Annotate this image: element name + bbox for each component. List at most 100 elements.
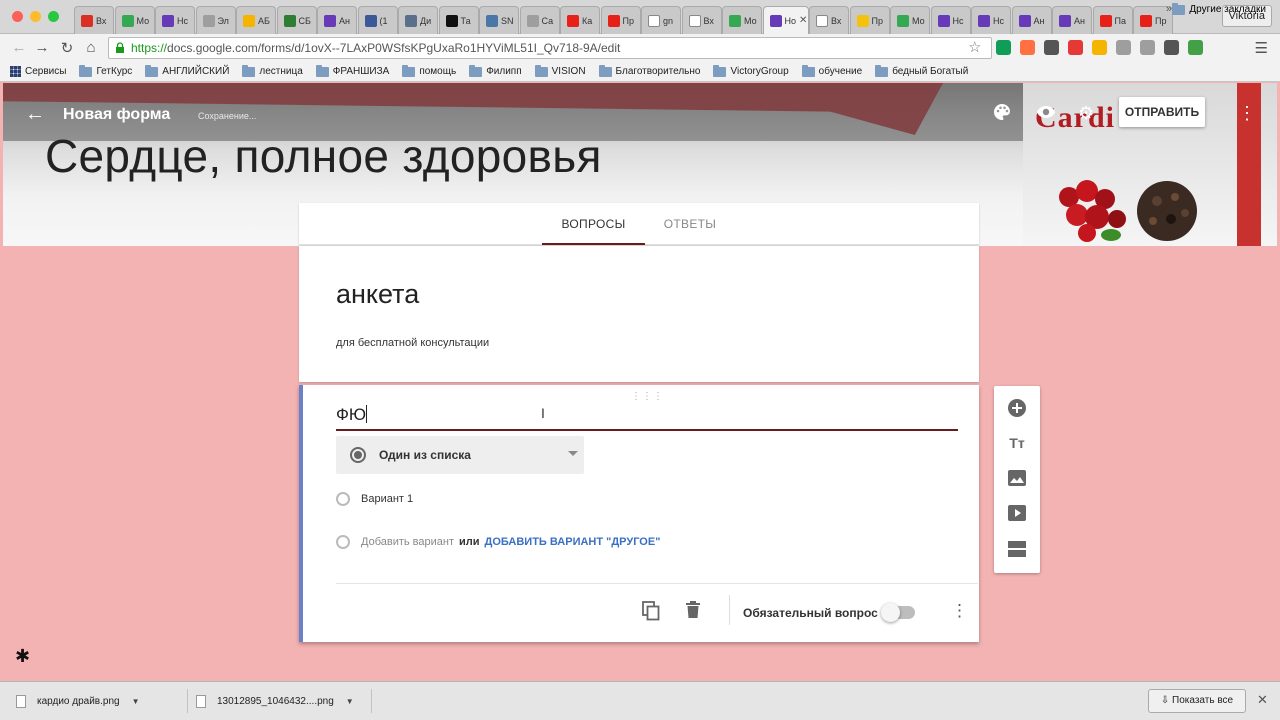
question-card[interactable]: ⋮⋮⋮ ФЮ I Один из списка Вариант 1 Добави…	[299, 385, 979, 642]
browser-tab[interactable]: SN	[479, 6, 519, 34]
extension-icon[interactable]	[1044, 40, 1059, 55]
extension-icon[interactable]	[996, 40, 1011, 55]
required-toggle[interactable]	[881, 603, 915, 622]
preview-eye-icon[interactable]	[1036, 103, 1056, 124]
browser-tab[interactable]: Та	[438, 6, 479, 34]
question-title-input[interactable]: ФЮ	[336, 405, 958, 431]
show-all-downloads-button[interactable]: ⇩ Показать все	[1148, 689, 1246, 713]
downloads-bar: кардио драйв.png ▼ 13012895_1046432....p…	[0, 681, 1280, 720]
more-vert-icon[interactable]: ⋮	[1238, 103, 1256, 124]
browser-tab[interactable]: Па	[1092, 6, 1133, 34]
bookmark-item[interactable]: ФРАНШИЗА	[315, 64, 389, 77]
bookmark-item[interactable]: VictoryGroup	[713, 64, 789, 77]
browser-tab[interactable]: Вх	[809, 6, 849, 34]
tab-questions[interactable]: ВОПРОСЫ	[542, 203, 645, 245]
add-section-icon[interactable]	[1006, 538, 1028, 560]
download-item[interactable]: 13012895_1046432....png ▼	[196, 689, 372, 713]
browser-tab[interactable]: Мо	[722, 6, 762, 34]
add-video-icon[interactable]	[1006, 502, 1028, 524]
tab-close-icon[interactable]: ✕	[799, 15, 807, 26]
option-label[interactable]: Вариант 1	[361, 493, 413, 505]
browser-tab[interactable]: Ан	[317, 6, 357, 34]
browser-tab[interactable]: Пр	[849, 6, 890, 34]
extension-icon[interactable]	[1116, 40, 1131, 55]
browser-tab[interactable]: Но ✕	[762, 6, 809, 34]
add-image-icon[interactable]	[1006, 467, 1028, 489]
browser-tab[interactable]: Мо	[890, 6, 930, 34]
browser-tab[interactable]: Вх	[74, 6, 114, 34]
browser-tab[interactable]: Ка	[560, 6, 600, 34]
bookmark-item[interactable]: помощь	[402, 64, 456, 77]
send-button[interactable]: ОТПРАВИТЬ	[1119, 97, 1205, 127]
browser-menu-icon[interactable]: ☰	[1255, 39, 1268, 57]
extension-icon[interactable]	[1140, 40, 1155, 55]
back-arrow-icon[interactable]: ←	[25, 103, 45, 126]
browser-tab[interactable]: Вх	[681, 6, 722, 34]
delete-trash-icon[interactable]	[685, 601, 701, 624]
browser-tab[interactable]: Нс	[155, 6, 195, 34]
browser-tab[interactable]: СБ	[276, 6, 317, 34]
reload-icon[interactable]: ↻	[58, 39, 76, 57]
form-title[interactable]: анкета	[336, 279, 419, 310]
browser-tab[interactable]: Ан	[1011, 6, 1052, 34]
file-icon	[16, 694, 26, 708]
browser-tab[interactable]: АБ	[236, 6, 276, 34]
drag-handle-icon[interactable]: ⋮⋮⋮	[631, 391, 664, 402]
extension-icon[interactable]	[1092, 40, 1107, 55]
forward-icon[interactable]: →	[33, 39, 51, 56]
browser-tab[interactable]: Ан	[1052, 6, 1092, 34]
browser-tab[interactable]: Нс	[971, 6, 1011, 34]
bookmarks-overflow-icon[interactable]: »	[1166, 3, 1172, 15]
add-title-icon[interactable]: Tт	[1006, 432, 1028, 454]
bookmark-item[interactable]: Сервисы	[10, 66, 66, 77]
close-downloads-icon[interactable]: ✕	[1257, 692, 1268, 708]
folder-icon	[242, 64, 256, 77]
add-option-link[interactable]: Добавить вариант	[361, 536, 454, 548]
form-name[interactable]: Новая форма	[63, 106, 170, 124]
download-menu-icon[interactable]: ▼	[346, 697, 354, 706]
bookmark-item[interactable]: Благотворительно	[598, 64, 700, 77]
tab-answers[interactable]: ОТВЕТЫ	[655, 203, 725, 245]
other-bookmarks[interactable]: Другие закладки	[1172, 2, 1266, 15]
bookmark-star-icon[interactable]: ☆	[968, 38, 981, 56]
add-question-icon[interactable]	[1006, 397, 1028, 419]
url-input[interactable]: https://docs.google.com/forms/d/1ovX--7L…	[108, 37, 992, 59]
bookmark-item[interactable]: ГетКурс	[79, 64, 132, 77]
bookmark-item[interactable]: Филипп	[469, 64, 522, 77]
favicon-icon	[856, 14, 869, 27]
option-row[interactable]: Вариант 1	[336, 492, 413, 506]
bookmark-item[interactable]: бедный Богатый	[875, 64, 968, 77]
browser-tab[interactable]: (1	[357, 6, 398, 34]
palette-icon[interactable]	[993, 103, 1011, 126]
browser-tab[interactable]: Ди	[398, 6, 438, 34]
bookmark-item[interactable]: лестница	[242, 64, 303, 77]
extension-icon[interactable]	[1020, 40, 1035, 55]
download-item[interactable]: кардио драйв.png ▼	[16, 689, 188, 713]
extension-icon[interactable]	[1164, 40, 1179, 55]
window-close-button[interactable]	[12, 11, 23, 22]
browser-tab[interactable]: Эл	[195, 6, 236, 34]
browser-tab[interactable]: Пр	[600, 6, 641, 34]
extension-icon[interactable]	[1068, 40, 1083, 55]
download-menu-icon[interactable]: ▼	[132, 697, 140, 706]
home-icon[interactable]: ⌂	[82, 39, 100, 56]
window-zoom-button[interactable]	[48, 11, 59, 22]
bookmark-item[interactable]: VISION	[534, 64, 586, 77]
question-type-select[interactable]: Один из списка	[336, 436, 584, 474]
favicon-icon	[897, 14, 909, 27]
form-description[interactable]: для бесплатной консультации	[336, 337, 489, 349]
extension-icon[interactable]	[1188, 40, 1203, 55]
add-other-option-link[interactable]: ДОБАВИТЬ ВАРИАНТ "ДРУГОЕ"	[485, 536, 661, 548]
back-icon[interactable]: ←	[10, 39, 28, 56]
window-minimize-button[interactable]	[30, 11, 41, 22]
bookmark-item[interactable]: обучение	[801, 64, 862, 77]
bookmark-item[interactable]: АНГЛИЙСКИЙ	[145, 64, 229, 77]
browser-tab[interactable]: gn	[641, 6, 681, 34]
question-more-icon[interactable]: ⋮	[951, 601, 968, 621]
duplicate-icon[interactable]	[642, 601, 660, 626]
settings-gear-icon[interactable]: ⚙	[1078, 103, 1094, 124]
browser-tab[interactable]: Нс	[930, 6, 971, 34]
accessibility-person-icon[interactable]: ✱	[15, 646, 30, 667]
browser-tab[interactable]: Са	[519, 6, 560, 34]
browser-tab[interactable]: Мо	[114, 6, 155, 34]
